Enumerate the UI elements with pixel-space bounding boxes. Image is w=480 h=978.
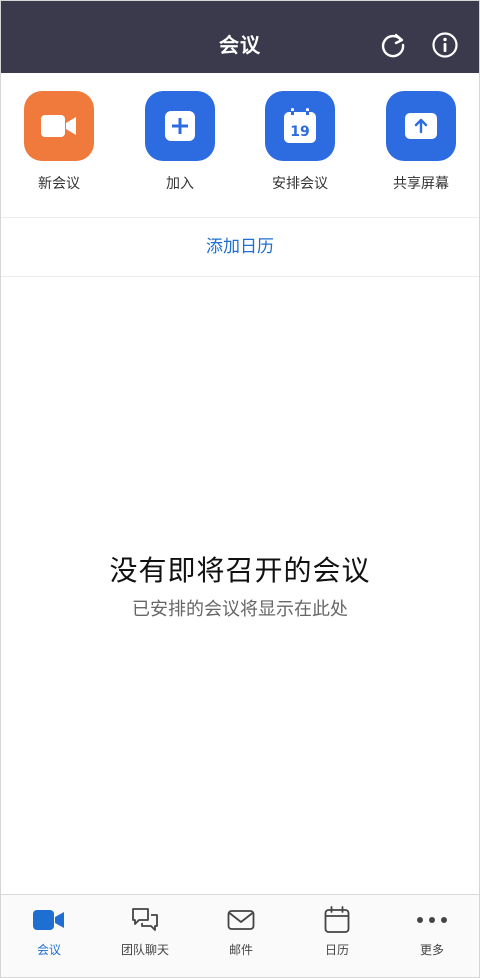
new-meeting-button[interactable]: 新会议	[9, 91, 109, 193]
empty-state-title: 没有即将召开的会议	[109, 554, 371, 587]
video-camera-icon	[41, 115, 76, 137]
bottom-tab-bar: 会议 团队聊天 邮件 日历 更多	[1, 894, 479, 977]
join-label: 加入	[166, 176, 194, 192]
quick-actions: 新会议 加入 19 安排会议 共享屏幕	[1, 73, 479, 218]
calendar-icon: 19	[284, 108, 316, 143]
add-calendar-link[interactable]: 添加日历	[1, 218, 479, 277]
tab-more[interactable]: 更多	[384, 895, 479, 977]
tab-team-chat-label: 团队聊天	[120, 943, 169, 957]
share-screen-button[interactable]: 共享屏幕	[371, 91, 471, 193]
chat-bubbles-icon	[132, 908, 158, 931]
top-bar: 会议	[1, 1, 479, 73]
tab-mail-label: 邮件	[228, 943, 253, 957]
new-meeting-label: 新会议	[38, 176, 80, 192]
join-tile[interactable]	[145, 91, 215, 161]
tab-more-label: 更多	[419, 943, 444, 957]
calendar-day-number: 19	[290, 124, 309, 140]
page-title: 会议	[219, 33, 261, 57]
schedule-meeting-label: 安排会议	[272, 176, 328, 192]
share-upload-icon	[405, 113, 437, 139]
empty-state-subtitle: 已安排的会议将显示在此处	[132, 599, 348, 620]
empty-state: 没有即将召开的会议 已安排的会议将显示在此处	[1, 549, 479, 621]
schedule-tile[interactable]: 19	[265, 91, 335, 161]
join-button[interactable]: 加入	[130, 91, 230, 193]
share-screen-label: 共享屏幕	[393, 176, 449, 192]
video-camera-icon	[33, 910, 64, 930]
schedule-meeting-button[interactable]: 19 安排会议	[250, 91, 350, 193]
tab-team-chat[interactable]: 团队聊天	[97, 895, 193, 977]
tab-calendar[interactable]: 日历	[289, 895, 385, 977]
tab-mail[interactable]: 邮件	[193, 895, 289, 977]
envelope-icon	[227, 910, 255, 930]
tab-calendar-label: 日历	[324, 943, 349, 957]
more-dots-icon	[417, 917, 447, 923]
info-icon[interactable]	[431, 31, 459, 59]
tab-meetings[interactable]: 会议	[1, 895, 97, 977]
plus-icon	[165, 111, 195, 141]
refresh-icon[interactable]	[379, 31, 407, 59]
app-frame: 会议 新会议 加入 19 安排会议 共享屏幕 添加日历 没有即将召开的会议 已安…	[0, 0, 480, 978]
share-screen-tile[interactable]	[386, 91, 456, 161]
calendar-icon	[324, 906, 350, 933]
new-meeting-tile[interactable]	[24, 91, 94, 161]
tab-meetings-label: 会议	[36, 943, 61, 957]
